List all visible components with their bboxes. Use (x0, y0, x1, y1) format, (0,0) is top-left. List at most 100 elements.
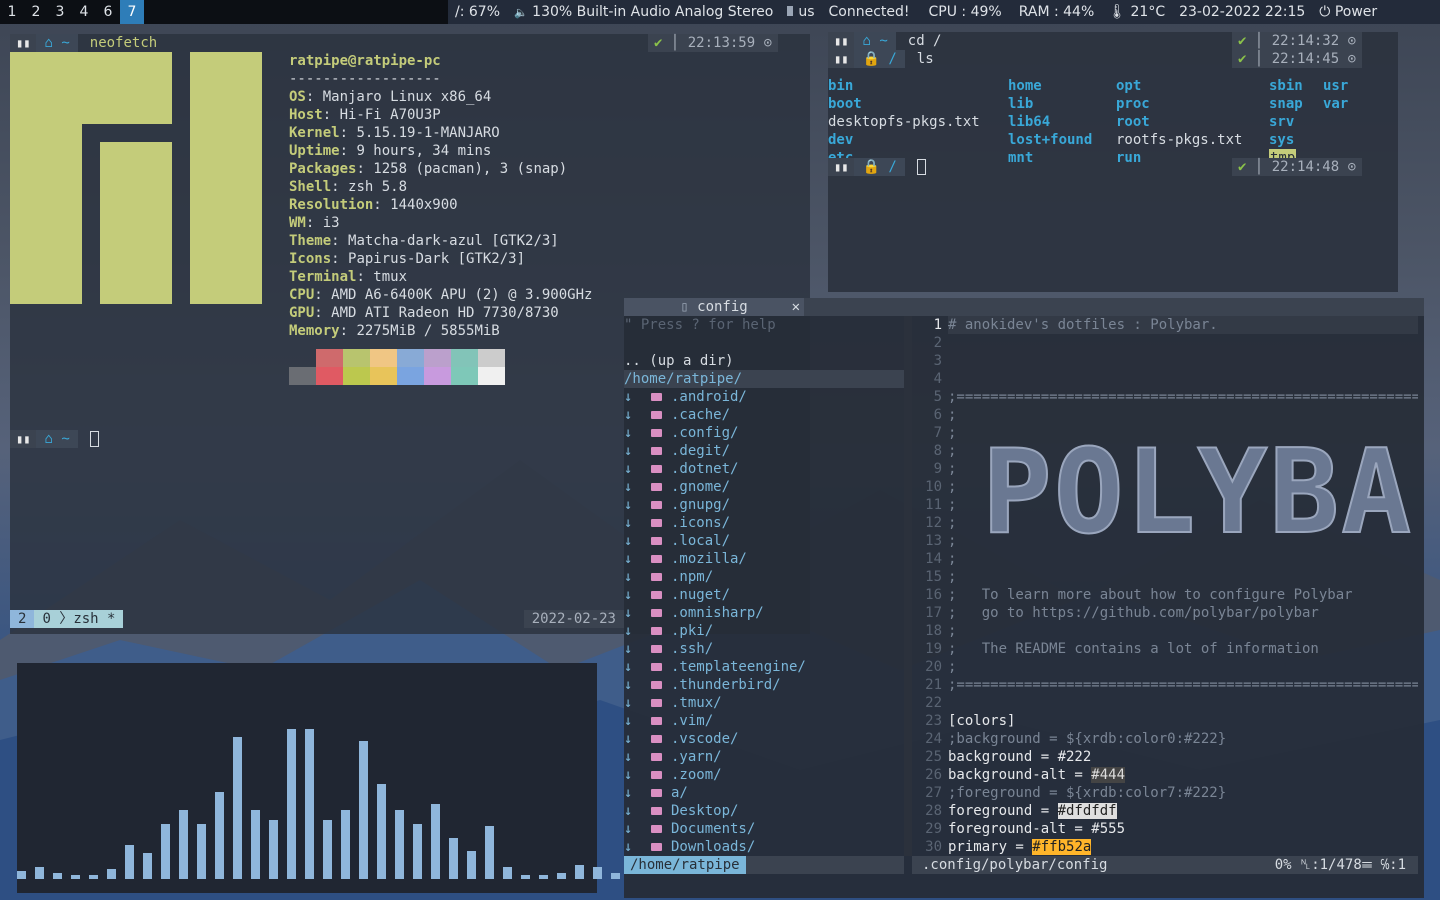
folder-name: .local/ (671, 533, 731, 549)
folder-icon (651, 735, 662, 743)
visualizer-bar (467, 851, 476, 879)
tree-folder[interactable]: ↓ Downloads/ (624, 838, 904, 856)
tree-folder[interactable]: ↓ .pki/ (624, 622, 904, 640)
visualizer-bar (395, 810, 404, 879)
line-number: 19 (925, 641, 942, 657)
tree-folder[interactable]: ↓ .dotnet/ (624, 460, 904, 478)
info-value: i3 (322, 215, 340, 231)
tree-folder[interactable]: ↓ .templateengine/ (624, 658, 904, 676)
workspace-3[interactable]: 3 (48, 0, 72, 24)
tree-folder[interactable]: ↓ .omnisharp/ (624, 604, 904, 622)
vim-window[interactable]: ▯ config ✕ " Press ? for help .. (up a d… (624, 298, 1424, 898)
tree-folder[interactable]: ↓ .tmux/ (624, 694, 904, 712)
folder-name: .dotnet/ (671, 461, 739, 477)
tree-folder[interactable]: ↓ .nuget/ (624, 586, 904, 604)
line-number: 21 (925, 677, 942, 693)
info-value: zsh 5.8 (348, 179, 408, 195)
prompt-status: ✔ │ 22:14:32 ⊙ (1232, 32, 1363, 50)
expand-arrow-icon: ↓ (624, 533, 633, 549)
banner-text: POLYBAR (982, 436, 1418, 546)
folder-icon (651, 843, 662, 851)
info-key: Packages (289, 161, 357, 177)
folder-name: .mozilla/ (671, 551, 747, 567)
tree-folder[interactable]: ↓ .config/ (624, 424, 904, 442)
tab-config[interactable]: ▯ config ✕ (624, 298, 804, 316)
file-icon: ▯ (680, 299, 689, 315)
ls-entry: lib64 (1008, 114, 1051, 130)
ls-entry: lib (1008, 96, 1034, 112)
keyboard-layout: us (780, 4, 821, 20)
folder-icon (651, 411, 662, 419)
workspace-7[interactable]: 7 (120, 0, 144, 24)
info-row: Icons: Papirus-Dark [GTK2/3] (289, 251, 526, 267)
folder-name: .cache/ (671, 407, 731, 423)
workspace-6[interactable]: 6 (96, 0, 120, 24)
tree-folder[interactable]: ↓ Desktop/ (624, 802, 904, 820)
palette-swatch (424, 367, 451, 385)
visualizer-bar (17, 871, 26, 879)
power-button[interactable]: ⏻ Power (1312, 4, 1384, 20)
tree-folder[interactable]: ↓ .zoom/ (624, 766, 904, 784)
tree-folder[interactable]: ↓ .gnupg/ (624, 496, 904, 514)
tree-folder[interactable]: ↓ .android/ (624, 388, 904, 406)
tree-folder[interactable]: ↓ .npm/ (624, 568, 904, 586)
volume-module[interactable]: 🔈 130% Built-in Audio Analog Stereo (507, 4, 780, 20)
line-number: 10 (925, 479, 942, 495)
code-line: background = #222 (948, 749, 1092, 765)
line-number: 9 (933, 461, 942, 477)
tmux-window[interactable]: 0 〉zsh * (34, 610, 124, 628)
tree-folder[interactable]: ↓ .ssh/ (624, 640, 904, 658)
neofetch-info: ratpipe@ratpipe-pc ------------------ OS… (289, 52, 592, 385)
expand-arrow-icon: ↓ (624, 569, 633, 585)
folder-icon (651, 555, 662, 563)
folder-name: .degit/ (671, 443, 731, 459)
tree-folder[interactable]: ↓ .mozilla/ (624, 550, 904, 568)
prompt-dir: 🔒 / (854, 158, 905, 176)
prompt-time: 22:14:32 (1271, 33, 1340, 49)
pane-divider (904, 316, 912, 856)
tree-folder[interactable]: ↓ .cache/ (624, 406, 904, 424)
ls-entry: lost+found (1008, 132, 1093, 148)
tree-folder[interactable]: ↓ .thunderbird/ (624, 676, 904, 694)
workspace-2[interactable]: 2 (24, 0, 48, 24)
palette-swatch (370, 367, 397, 385)
thermometer-icon: 🌡 (1108, 4, 1127, 20)
tree-folder[interactable]: ↓ a/ (624, 784, 904, 802)
vim-tabline: ▯ config ✕ (624, 298, 1424, 316)
code-line: ; (948, 461, 957, 477)
visualizer-bar (89, 875, 98, 879)
expand-arrow-icon: ↓ (624, 731, 633, 747)
workspace-1[interactable]: 1 (0, 0, 24, 24)
tree-folder[interactable]: ↓ .degit/ (624, 442, 904, 460)
prompt-line: ▮▮ ⌂ ~ neofetch (10, 34, 157, 52)
tree-folder[interactable]: ↓ Documents/ (624, 820, 904, 838)
prompt-dir: 🔒 / (854, 50, 905, 68)
tree-root[interactable]: /home/ratpipe/ (624, 370, 904, 388)
visualizer-bar (449, 838, 458, 879)
tree-folder[interactable]: ↓ .local/ (624, 532, 904, 550)
code-line: foreground = #dfdfdf (948, 803, 1117, 819)
folder-name: Desktop/ (671, 803, 739, 819)
info-value: AMD A6-6400K APU (2) @ 3.900GHz (331, 287, 593, 303)
tree-folder[interactable]: ↓ .vscode/ (624, 730, 904, 748)
ls-terminal[interactable]: ▮▮ ⌂ ~ cd / ✔ │ 22:14:32 ⊙ ▮▮ 🔒 / ls ✔ │ 22:… (828, 32, 1398, 292)
close-icon[interactable]: ✕ (792, 298, 800, 316)
palette-swatch (424, 349, 451, 367)
expand-arrow-icon: ↓ (624, 677, 633, 693)
editor-pane: POLYBAR 1 # anokidev's dotfiles : Polybar… (912, 316, 1418, 856)
visualizer-bar (53, 873, 62, 879)
palette-swatch (370, 349, 397, 367)
info-value: 1258 (pacman), 3 (snap) (373, 161, 568, 177)
workspace-4[interactable]: 4 (72, 0, 96, 24)
tree-status-path: /home/ratpipe (624, 856, 746, 874)
visualizer-bar (233, 737, 242, 879)
ram-usage: RAM : 44% (1018, 4, 1095, 20)
tree-up-dir[interactable]: .. (up a dir) (624, 352, 904, 370)
tree-folder[interactable]: ↓ .icons/ (624, 514, 904, 532)
tree-folder[interactable]: ↓ .yarn/ (624, 748, 904, 766)
tree-folder[interactable]: ↓ .vim/ (624, 712, 904, 730)
tree-folder[interactable]: ↓ .gnome/ (624, 478, 904, 496)
bar-modules: /: 67% 🔈 130% Built-in Audio Analog Ster… (448, 0, 1440, 24)
expand-arrow-icon: ↓ (624, 389, 633, 405)
info-key: Kernel (289, 125, 340, 141)
